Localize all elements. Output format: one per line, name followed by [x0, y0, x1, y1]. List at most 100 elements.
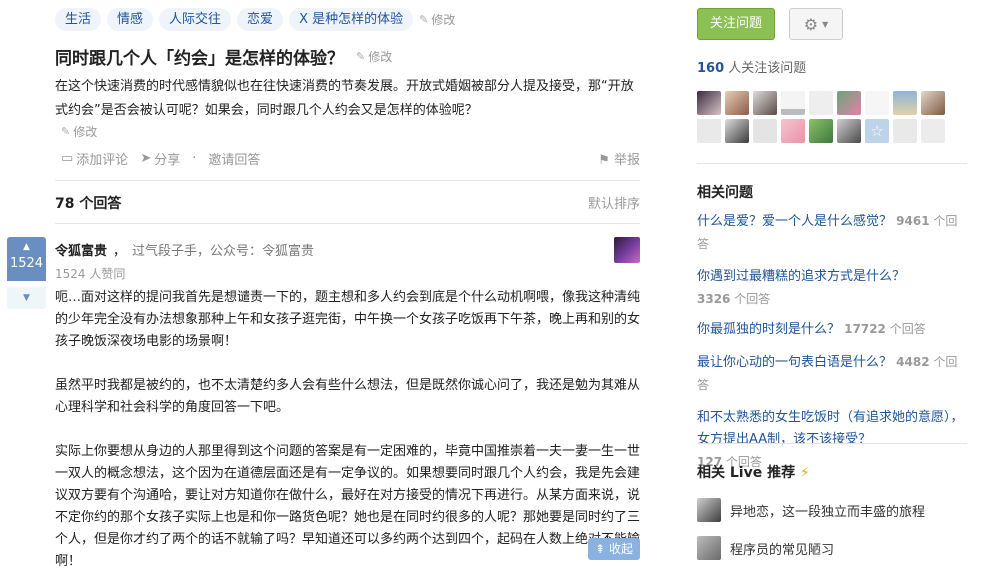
caret-down-icon: ▼ — [822, 19, 829, 29]
settings-dropdown-button[interactable]: ⚙ ▼ — [789, 8, 843, 40]
avatar[interactable] — [725, 91, 749, 115]
comment-icon: ▭ — [61, 151, 74, 166]
divider — [697, 443, 967, 444]
avatar[interactable] — [753, 91, 777, 115]
avatar[interactable] — [753, 119, 777, 143]
pencil-icon: ✎ — [61, 125, 71, 138]
related-questions-title: 相关问题 — [697, 185, 753, 201]
star-icon[interactable]: ☆ — [865, 119, 889, 143]
avatar[interactable] — [837, 91, 861, 115]
avatar[interactable] — [893, 91, 917, 115]
avatar[interactable] — [697, 119, 721, 143]
add-comment-button[interactable]: ▭ 添加评论 — [61, 149, 128, 168]
avatar[interactable] — [837, 119, 861, 143]
downvote-button[interactable]: ▼ — [7, 287, 46, 309]
answer-paragraph: 呃…面对这样的提问我首先是想谴责一下的，题主想和多人约会到底是个什么动机啊喂，像… — [55, 290, 641, 349]
answers-header: 78 个回答 默认排序 — [55, 193, 640, 213]
followers-count[interactable]: 160 人关注该问题 — [697, 57, 806, 76]
avatar — [697, 536, 721, 560]
answer-count-number: 17722 — [844, 322, 886, 336]
edit-topics-link[interactable]: ✎ 修改 — [419, 11, 455, 28]
divider — [55, 223, 640, 224]
topic-tag[interactable]: 人际交往 — [159, 8, 232, 31]
vote-count: 1524 — [9, 256, 44, 271]
collapse-icon: ⇞ — [595, 542, 606, 556]
share-button[interactable]: ➤ 分享 — [140, 149, 180, 168]
topic-tag[interactable]: X 是种怎样的体验 — [289, 8, 414, 31]
author-separator: ， — [113, 244, 127, 259]
invite-answer-button[interactable]: 邀请回答 — [208, 149, 260, 168]
share-icon: ➤ — [140, 151, 152, 166]
topic-tag[interactable]: 情感 — [107, 8, 154, 31]
avatar[interactable] — [614, 237, 640, 263]
author-name[interactable]: 令狐富贵 — [55, 240, 107, 259]
answer-count-suffix: 个回答 — [730, 292, 771, 306]
vote-widget: ▲ 1524 ▼ — [7, 237, 46, 309]
pencil-icon: ✎ — [419, 13, 429, 26]
answer-count-number: 4482 — [896, 355, 930, 369]
edit-description-link[interactable]: ✎ 修改 — [61, 123, 97, 140]
answer-count-number: 3326 — [697, 292, 731, 306]
avatar[interactable] — [865, 91, 889, 115]
edit-label: 修改 — [368, 50, 393, 64]
live-recommend-label: 相关 Live 推荐 — [697, 465, 796, 481]
answers-count: 78 个回答 — [55, 196, 122, 212]
divider — [55, 180, 640, 181]
live-item[interactable]: 异地恋，这一段独立而丰盛的旅程 — [697, 498, 925, 522]
answer-count: 17722 个回答 — [844, 322, 926, 336]
list-item: 你最孤独的时刻是什么？ 17722 个回答 — [697, 318, 969, 341]
sort-dropdown[interactable]: 默认排序 — [588, 193, 640, 213]
live-title: 程序员的常见陋习 — [730, 542, 835, 558]
report-label: 举报 — [613, 153, 640, 168]
list-item: 最让你心动的一句表白语是什么？ 4482 个回答 — [697, 351, 969, 397]
question-title: 同时跟几个人「约会」是怎样的体验？ ✎ 修改 — [55, 44, 392, 69]
avatar[interactable] — [781, 91, 805, 115]
lightning-icon: ⚡ — [799, 465, 810, 481]
gear-icon: ⚙ — [803, 14, 819, 34]
live-title: 异地恋，这一段独立而丰盛的旅程 — [730, 504, 926, 520]
avatar[interactable] — [921, 119, 945, 143]
topic-tags: 生活 情感 人际交往 恋爱 X 是种怎样的体验 ✎ 修改 — [55, 8, 455, 31]
related-question-link[interactable]: 你最孤独的时刻是什么？ — [697, 322, 840, 337]
answer-paragraph: 实际上你要想从身边的人那里得到这个问题的答案是有一定困难的，毕竟中国推崇着一夫一… — [55, 444, 641, 569]
triangle-up-icon: ▲ — [23, 242, 30, 252]
live-item[interactable]: 程序员的常见陋习 — [697, 536, 834, 560]
avatar[interactable] — [697, 91, 721, 115]
followers-number: 160 — [697, 61, 725, 76]
avatar[interactable] — [921, 91, 945, 115]
related-question-link[interactable]: 和不太熟悉的女生吃饭时（有追求她的意愿），女方提出AA制，该不该接受？ — [697, 407, 969, 451]
topic-tag[interactable]: 恋爱 — [237, 8, 284, 31]
answer-count-suffix: 个回答 — [885, 322, 926, 336]
followers-suffix: 人关注该问题 — [724, 61, 807, 76]
answer-body: 呃…面对这样的提问我首先是想谴责一下的，题主想和多人约会到底是个什么动机啊喂，像… — [55, 287, 640, 570]
answer-author: 令狐富贵 ， 过气段子手，公众号：令狐富贵 — [55, 240, 314, 259]
follow-question-button[interactable]: 关注问题 — [697, 8, 775, 40]
edit-label: 修改 — [431, 13, 456, 27]
agree-count[interactable]: 1524 人赞同 — [55, 265, 125, 282]
related-question-link[interactable]: 你遇到过最糟糕的追求方式是什么？ — [697, 266, 969, 288]
collapse-label: 收起 — [608, 542, 633, 556]
report-button[interactable]: ⚑ 举报 — [598, 149, 640, 168]
question-title-text: 同时跟几个人「约会」是怎样的体验？ — [55, 49, 344, 69]
share-label: 分享 — [154, 153, 181, 168]
answer-count: 3326 个回答 — [697, 288, 969, 310]
divider — [697, 163, 967, 164]
triangle-down-icon: ▼ — [23, 293, 30, 303]
author-bio: 过气段子手，公众号：令狐富贵 — [132, 244, 315, 259]
answer-count-number: 9461 — [896, 214, 930, 228]
pencil-icon: ✎ — [356, 50, 366, 63]
collapse-button[interactable]: ⇞ 收起 — [588, 538, 640, 560]
question-actions: ▭ 添加评论 ➤ 分享 · 邀请回答 — [61, 149, 260, 168]
avatar[interactable] — [725, 119, 749, 143]
avatar[interactable] — [781, 119, 805, 143]
list-item: 什么是爱？爱一个人是什么感觉？ 9461 个回答 — [697, 210, 969, 256]
avatar[interactable] — [809, 91, 833, 115]
upvote-button[interactable]: ▲ 1524 — [7, 237, 46, 281]
invite-dot: · — [192, 151, 197, 166]
related-question-link[interactable]: 最让你心动的一句表白语是什么？ — [697, 355, 892, 370]
related-question-link[interactable]: 什么是爱？爱一个人是什么感觉？ — [697, 214, 892, 229]
edit-title-link[interactable]: ✎ 修改 — [356, 48, 392, 65]
avatar[interactable] — [809, 119, 833, 143]
avatar[interactable] — [893, 119, 917, 143]
topic-tag[interactable]: 生活 — [55, 8, 102, 31]
